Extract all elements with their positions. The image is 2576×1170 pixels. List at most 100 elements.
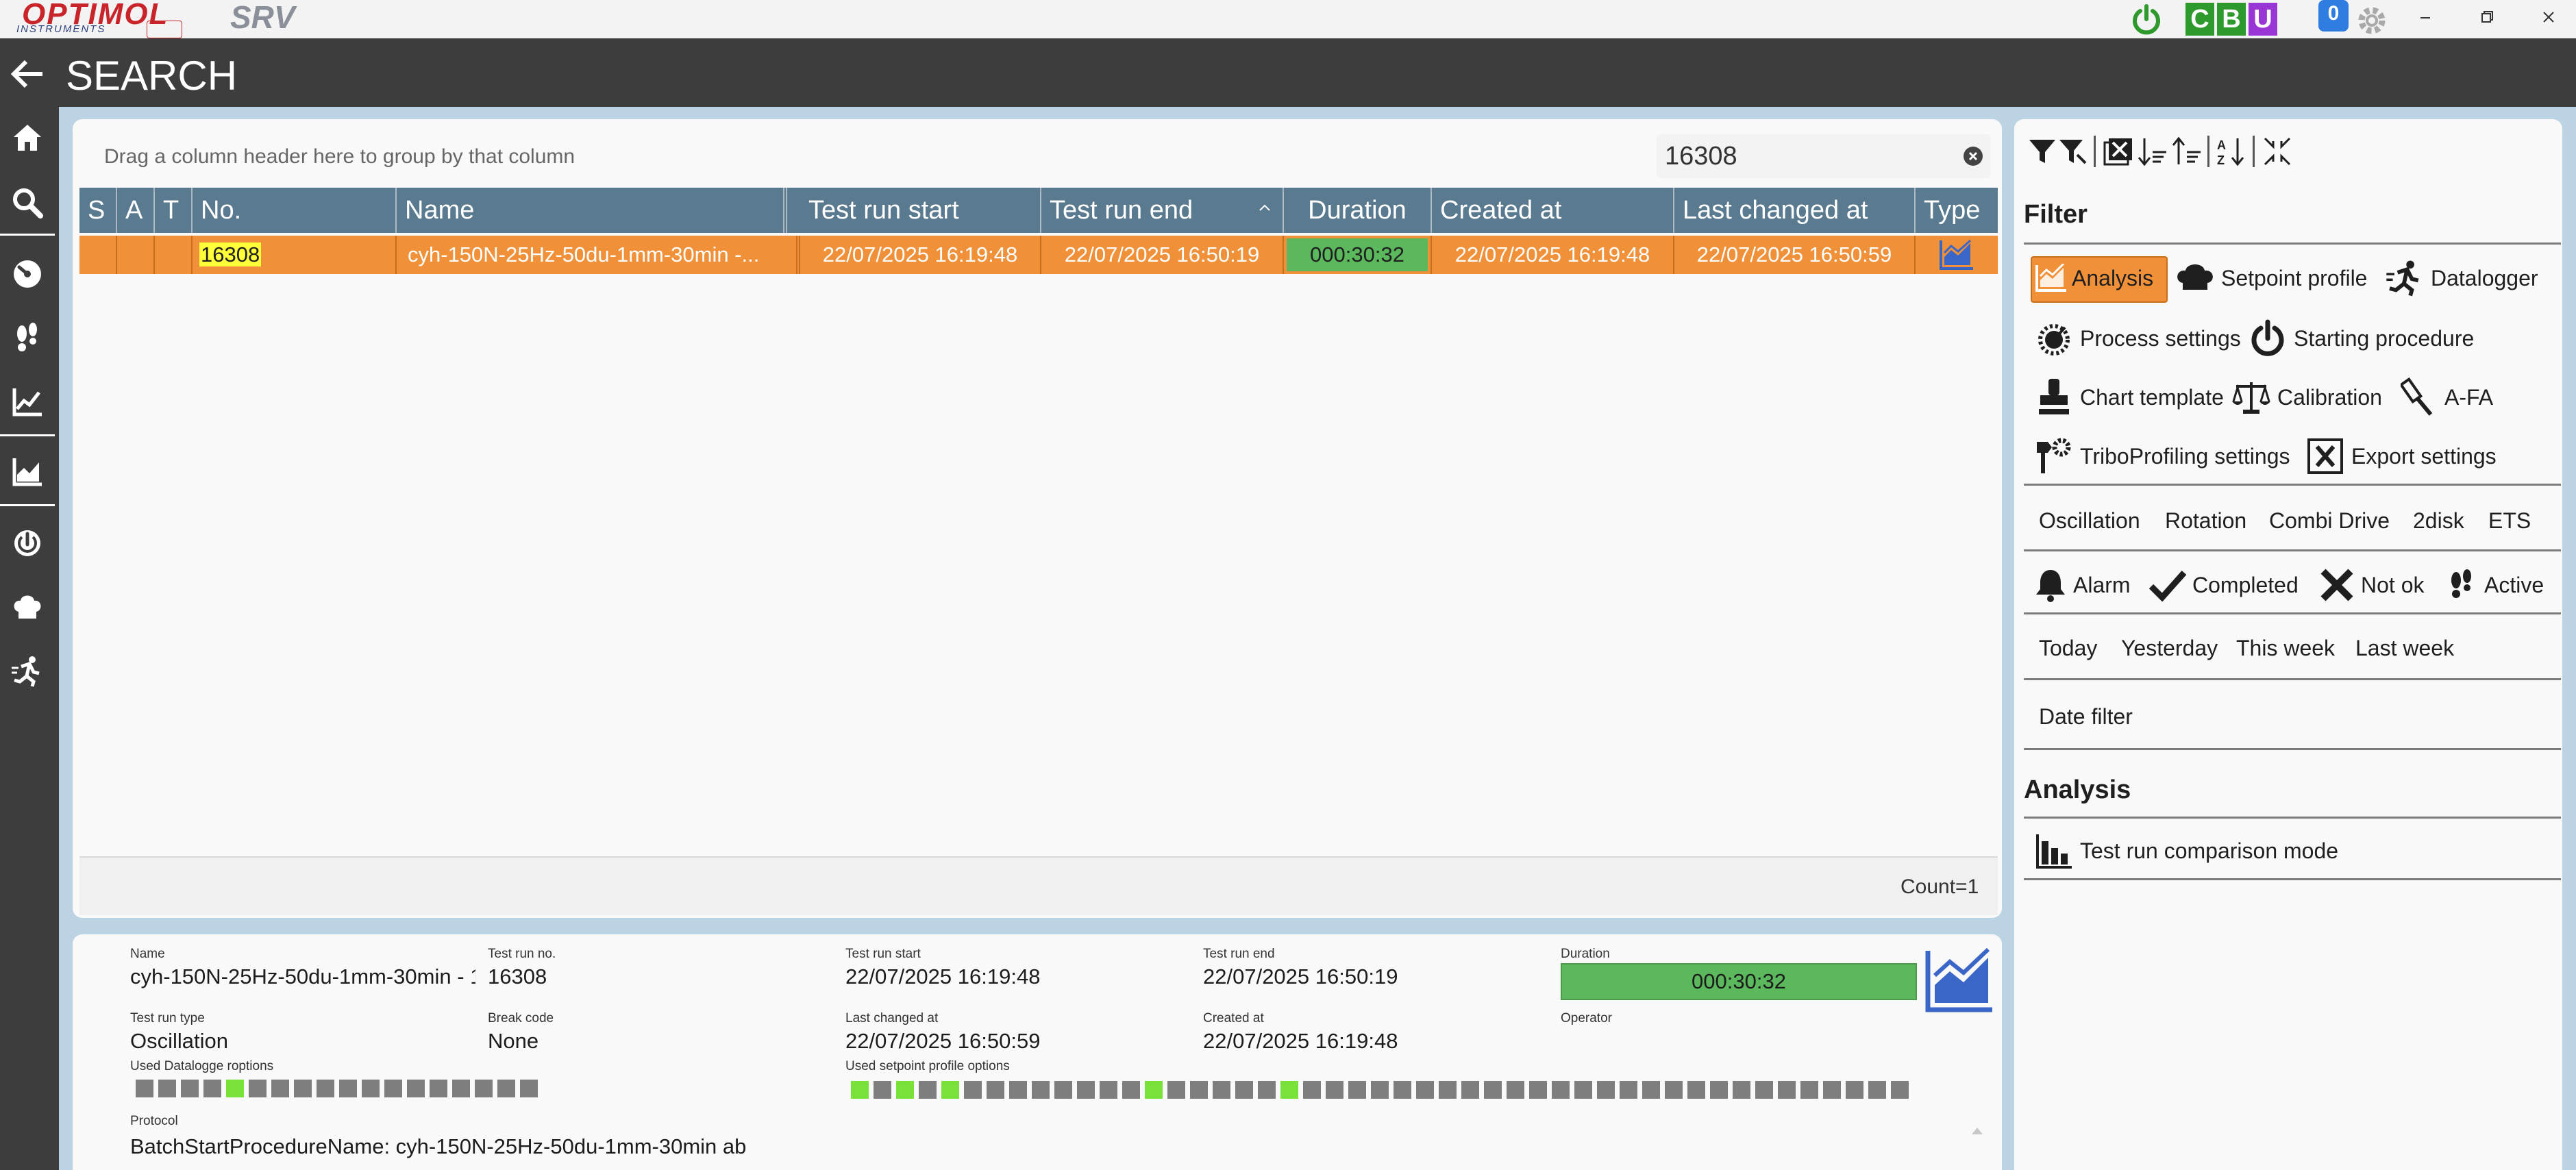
option-indicator-off [1778,1081,1796,1099]
filter-state-alarm[interactable]: Alarm [2032,563,2131,607]
col-header-test-run-start[interactable]: Test run start [800,188,1041,233]
analysis-chart-icon [2032,256,2070,300]
detail-label-last-changed: Last changed at [845,1011,939,1025]
filter-calibration[interactable]: Calibration [2229,375,2382,419]
detail-label-setpoint-options: Used setpoint profile options [845,1059,1010,1073]
chef-hat-icon[interactable] [0,580,55,634]
grid-search-box [1657,134,1991,178]
col-header-a[interactable]: A [117,188,155,233]
date-filter-button[interactable]: Date filter [2039,704,2133,730]
table-row[interactable]: 16308 cyh-150N-25Hz-50du-1mm-30min -... … [79,236,1998,274]
back-arrow-icon[interactable] [4,55,52,93]
cell-s [79,236,117,274]
filter-analysis[interactable]: Analysis [2032,256,2153,300]
dashboard-gauge-icon[interactable] [0,247,55,301]
filter-state-not-ok[interactable]: Not ok [2317,563,2424,607]
option-indicator-off [919,1081,937,1099]
col-header-s[interactable]: S [79,188,117,233]
filter-mode-ets[interactable]: ETS [2488,508,2531,534]
badge-u[interactable]: U [2249,3,2277,36]
option-indicator-off [203,1080,221,1097]
footprint-icon[interactable] [0,311,55,366]
clear-search-icon[interactable] [1964,147,1983,166]
col-header-t[interactable]: T [155,188,193,233]
notification-icon[interactable]: 0 [2318,0,2349,32]
power-status-icon[interactable] [2129,3,2164,37]
option-indicator-off [1800,1081,1818,1099]
minimize-button[interactable] [2405,0,2446,34]
power-icon[interactable] [0,515,55,570]
filter-date-this-week[interactable]: This week [2236,636,2335,661]
filter-date-last-week[interactable]: Last week [2355,636,2454,661]
filter-chart-template[interactable]: Chart template [2032,375,2224,419]
page-header: SEARCH [0,38,2576,107]
line-chart-icon[interactable] [0,374,55,429]
badge-b[interactable]: B [2217,3,2246,36]
col-header-no[interactable]: No. [193,188,397,233]
protocol-text: BatchStartProcedureName: cyh-150N-25Hz-5… [130,1134,747,1158]
filter-clear-icon[interactable] [2057,136,2088,167]
filter-triboprofiling-settings[interactable]: TriboProfiling settings [2032,434,2290,478]
detail-label-duration: Duration [1561,947,1610,961]
col-header-type[interactable]: Type [1916,188,1998,233]
restore-button[interactable] [2466,0,2507,34]
runner-icon [2383,256,2427,300]
col-header-last-changed[interactable]: Last changed at [1674,188,1916,233]
detail-value-end: 22/07/2025 16:50:19 [1203,964,1398,988]
detail-value-type: Oscillation [130,1029,228,1053]
option-indicator-off [497,1080,515,1097]
filter-icon[interactable] [2027,136,2058,167]
option-indicator-off [339,1080,357,1097]
sort-alpha-icon[interactable]: AZ [2216,136,2249,167]
cell-type [1916,236,1998,274]
col-header-name[interactable]: Name [397,188,787,233]
search-icon[interactable] [0,175,55,230]
cell-duration: 000:30:32 [1284,236,1432,274]
sort-descending-icon[interactable] [2136,136,2169,167]
filter-state-completed[interactable]: Completed [2147,563,2299,607]
sidebar-divider [0,504,55,506]
filter-mode-rotation[interactable]: Rotation [2165,508,2246,534]
setpoint-options-strip [851,1081,1914,1099]
filter-date-yesterday[interactable]: Yesterday [2121,636,2218,661]
row-count: Count=1 [1900,875,1979,898]
export-excel-icon[interactable] [2102,136,2135,167]
settings-gear-icon[interactable] [2354,3,2390,38]
filter-process-settings[interactable]: Process settings [2032,316,2241,360]
footprint-icon [2443,563,2480,607]
sort-ascending-tool-icon[interactable] [2170,136,2203,167]
option-indicator-off [1507,1081,1524,1099]
home-icon[interactable] [0,110,55,165]
grid-search-input[interactable] [1663,138,1940,174]
area-chart-icon[interactable] [0,444,55,499]
filter-divider [2024,484,2561,486]
option-indicator-off [1122,1081,1140,1099]
filter-state-active[interactable]: Active [2443,563,2544,607]
filter-date-today[interactable]: Today [2039,636,2097,661]
test-run-comparison-button[interactable]: Test run comparison mode [2032,829,2338,873]
col-header-duration[interactable]: Duration [1284,188,1432,233]
collapse-all-icon[interactable] [2261,136,2294,167]
filter-starting-procedure[interactable]: Starting procedure [2246,316,2474,360]
runner-icon[interactable] [0,644,55,699]
option-indicator-off [1868,1081,1886,1099]
filter-a-fa[interactable]: A-FA [2397,375,2493,419]
option-indicator-off [1348,1081,1366,1099]
test-run-type-chart-icon [1924,948,1994,1014]
toolbar-separator [2207,136,2209,167]
protocol-scroll-up-icon[interactable] [1970,1126,1984,1136]
filter-export-settings[interactable]: Export settings [2303,434,2497,478]
detail-label-start: Test run start [845,947,921,961]
col-header-created-at[interactable]: Created at [1432,188,1674,233]
page-title: SEARCH [66,53,238,99]
analysis-section-title: Analysis [2024,775,2131,804]
filter-mode-combi-drive[interactable]: Combi Drive [2269,508,2390,534]
filter-mode-oscillation[interactable]: Oscillation [2039,508,2140,534]
badge-c[interactable]: C [2185,3,2214,36]
filter-datalogger[interactable]: Datalogger [2383,256,2538,300]
col-header-test-run-end[interactable]: Test run end [1041,188,1284,233]
filter-setpoint-profile[interactable]: Setpoint profile [2173,256,2367,300]
filter-mode-2disk[interactable]: 2disk [2413,508,2464,534]
detail-value-duration: 000:30:32 [1561,963,1917,1000]
close-window-button[interactable] [2528,0,2569,34]
